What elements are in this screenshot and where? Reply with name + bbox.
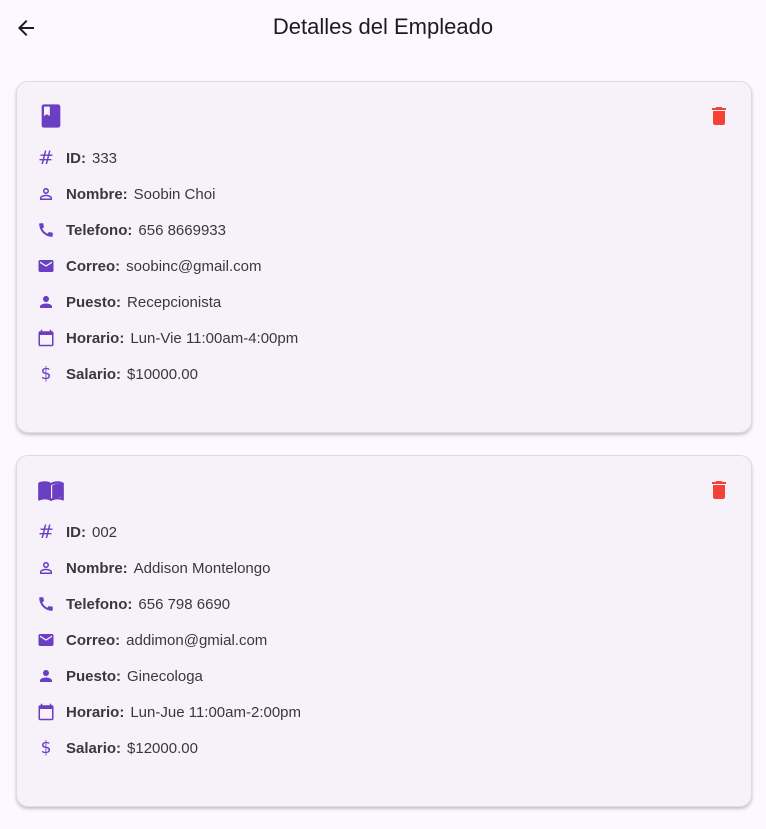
employee-card: # ID: 002 Nombre: Addison Montelongo Tel… <box>16 455 752 807</box>
position-value: Ginecologa <box>127 667 203 685</box>
email-row: Correo: addimon@gmial.com <box>37 622 301 658</box>
delete-button[interactable] <box>707 104 731 128</box>
phone-row: Telefono: 656 798 6690 <box>37 586 301 622</box>
name-value: Soobin Choi <box>133 185 216 203</box>
phone-icon <box>37 221 55 239</box>
employee-list: # ID: 333 Nombre: Soobin Choi Telefono: … <box>16 81 752 829</box>
email-value: addimon@gmial.com <box>126 631 268 649</box>
schedule-value: Lun-Vie 11:00am-4:00pm <box>130 329 299 347</box>
email-value: soobinc@gmail.com <box>126 257 262 275</box>
schedule-row: Horario: Lun-Vie 11:00am-4:00pm <box>37 320 298 356</box>
position-row: Puesto: Ginecologa <box>37 658 301 694</box>
email-label: Correo: <box>66 631 121 649</box>
salary-value: $12000.00 <box>127 739 198 757</box>
email-icon <box>37 257 55 275</box>
position-row: Puesto: Recepcionista <box>37 284 298 320</box>
schedule-label: Horario: <box>66 703 125 721</box>
id-value: 002 <box>92 523 118 541</box>
delete-button[interactable] <box>707 478 731 502</box>
employee-details: # ID: 333 Nombre: Soobin Choi Telefono: … <box>37 140 298 392</box>
phone-row: Telefono: 656 8669933 <box>37 212 298 248</box>
position-label: Puesto: <box>66 667 122 685</box>
id-row: # ID: 002 <box>37 514 301 550</box>
phone-value: 656 798 6690 <box>138 595 231 613</box>
salary-row: $ Salario: $12000.00 <box>37 730 301 766</box>
salary-value: $10000.00 <box>127 365 198 383</box>
name-row: Nombre: Addison Montelongo <box>37 550 301 586</box>
salary-row: $ Salario: $10000.00 <box>37 356 298 392</box>
open-book-icon <box>38 481 64 502</box>
book-icon <box>41 104 61 128</box>
salary-label: Salario: <box>66 739 122 757</box>
id-label: ID: <box>66 523 86 541</box>
phone-label: Telefono: <box>66 595 133 613</box>
calendar-icon <box>37 703 55 721</box>
dollar-icon: $ <box>40 738 52 758</box>
position-value: Recepcionista <box>127 293 222 311</box>
email-row: Correo: soobinc@gmail.com <box>37 248 298 284</box>
id-value: 333 <box>92 149 118 167</box>
id-label: ID: <box>66 149 86 167</box>
name-label: Nombre: <box>66 559 128 577</box>
schedule-value: Lun-Jue 11:00am-2:00pm <box>130 703 302 721</box>
name-row: Nombre: Soobin Choi <box>37 176 298 212</box>
phone-value: 656 8669933 <box>138 221 226 239</box>
phone-icon <box>37 595 55 613</box>
position-label: Puesto: <box>66 293 122 311</box>
dollar-icon: $ <box>40 364 52 384</box>
name-label: Nombre: <box>66 185 128 203</box>
tag-icon: # <box>38 147 54 169</box>
app-bar: Detalles del Empleado <box>0 0 766 56</box>
name-value: Addison Montelongo <box>133 559 271 577</box>
email-label: Correo: <box>66 257 121 275</box>
id-row: # ID: 333 <box>37 140 298 176</box>
phone-label: Telefono: <box>66 221 133 239</box>
calendar-icon <box>37 329 55 347</box>
salary-label: Salario: <box>66 365 122 383</box>
employee-details: # ID: 002 Nombre: Addison Montelongo Tel… <box>37 514 301 766</box>
tag-icon: # <box>38 521 54 543</box>
person-icon <box>37 293 55 311</box>
email-icon <box>37 631 55 649</box>
employee-card: # ID: 333 Nombre: Soobin Choi Telefono: … <box>16 81 752 433</box>
person-outline-icon <box>37 559 55 577</box>
person-icon <box>37 667 55 685</box>
page-title: Detalles del Empleado <box>272 14 494 39</box>
schedule-label: Horario: <box>66 329 125 347</box>
person-outline-icon <box>37 185 55 203</box>
schedule-row: Horario: Lun-Jue 11:00am-2:00pm <box>37 694 301 730</box>
